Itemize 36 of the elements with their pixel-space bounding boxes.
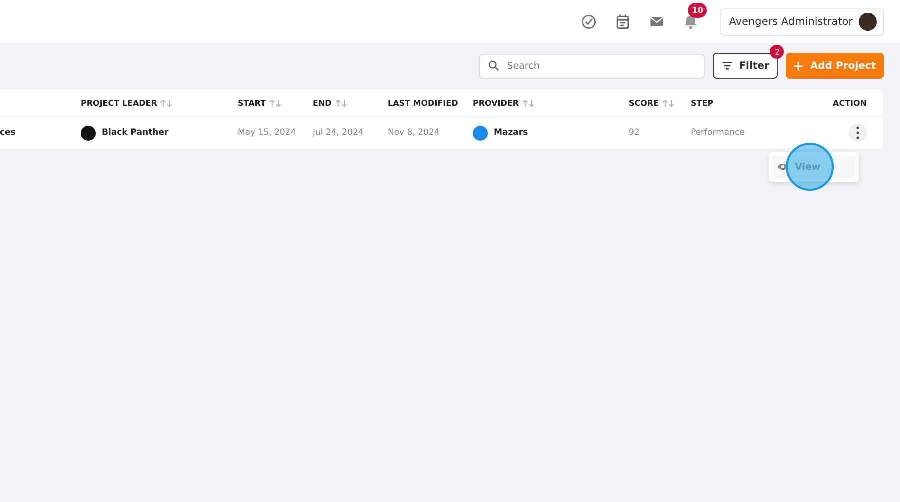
more-options-button[interactable] <box>849 124 867 142</box>
sort-icon[interactable] <box>522 98 536 108</box>
filter-icon <box>722 62 734 70</box>
table-cell: Black Panther <box>102 128 169 138</box>
column-header[interactable]: STEP <box>691 98 714 108</box>
column-header[interactable]: END <box>313 98 332 108</box>
search-field[interactable]: Search <box>479 54 706 78</box>
table-cell: May 15, 2024 <box>238 128 296 138</box>
table-cell: Nov 8, 2024 <box>388 128 440 138</box>
avatar-icon <box>859 12 877 30</box>
table-cell: Mazars <box>494 128 528 138</box>
column-header[interactable]: PROJECT LEADER <box>81 98 158 108</box>
column-header[interactable]: ACTION <box>833 98 867 108</box>
column-header[interactable]: PROVIDER <box>473 98 520 108</box>
column-header[interactable]: START <box>238 98 266 108</box>
sort-icon[interactable] <box>269 98 282 108</box>
table-cell: ces <box>0 128 16 138</box>
eye-icon <box>777 163 789 171</box>
plus-icon <box>794 62 804 70</box>
more-vertical-icon <box>856 126 860 140</box>
filter-count-badge: 2 <box>770 45 784 59</box>
notification-badge: 10 <box>688 2 708 18</box>
column-header[interactable]: SCORE <box>629 98 660 108</box>
table-cell: Performance <box>691 128 745 138</box>
sort-icon[interactable] <box>662 98 676 108</box>
table-cell: Jul 24, 2024 <box>313 128 364 138</box>
click-highlight <box>786 143 834 191</box>
sort-icon[interactable] <box>334 98 348 108</box>
user-menu-button[interactable]: Avengers Administrator <box>720 8 884 36</box>
table-cell: 92 <box>629 128 640 138</box>
provider-logo-icon <box>473 126 488 140</box>
check-circle-icon[interactable] <box>580 12 598 30</box>
sort-icon[interactable] <box>160 98 174 108</box>
avatar-icon <box>81 126 96 140</box>
search-icon <box>488 60 500 72</box>
column-header[interactable]: LAST MODIFIED <box>388 98 458 108</box>
